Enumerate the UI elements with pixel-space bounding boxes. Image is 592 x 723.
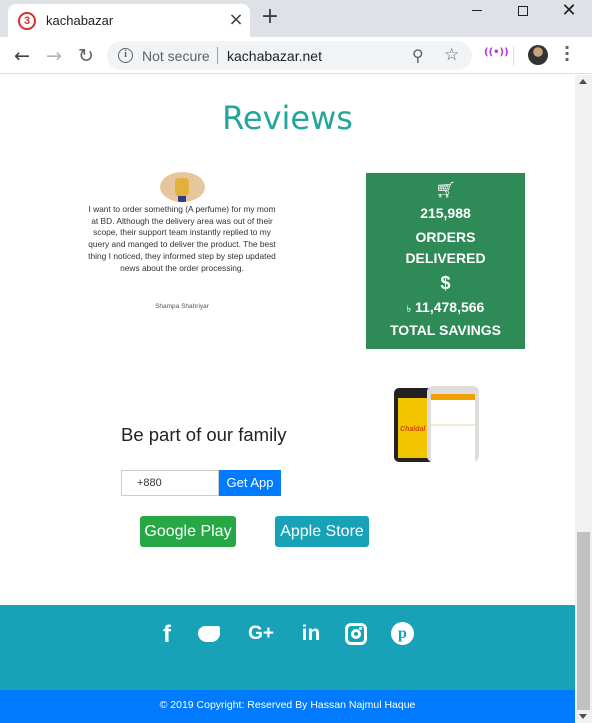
zoom-icon[interactable]: ⚲ — [412, 46, 424, 65]
site-info-icon[interactable]: i — [118, 48, 133, 63]
reviews-heading: Reviews — [222, 99, 353, 137]
phone-front-image — [427, 386, 479, 462]
url-text[interactable]: kachabazar.net — [227, 48, 322, 64]
cast-extension-icon[interactable]: ((•)) — [484, 47, 509, 58]
scrollbar-thumb[interactable] — [577, 532, 590, 710]
back-arrow-icon[interactable]: ← — [9, 43, 35, 69]
tab-title: kachabazar — [46, 13, 114, 28]
reviewer-photo — [160, 172, 205, 202]
orders-label: ORDERS DELIVERED — [405, 229, 486, 266]
shopping-cart-icon: 🛒︎ — [435, 180, 456, 199]
browser-tab[interactable]: 3 kachabazar × — [8, 4, 250, 37]
scroll-up-arrow-icon[interactable] — [579, 79, 587, 84]
twitter-icon[interactable] — [196, 621, 222, 647]
bookmark-star-icon[interactable]: ☆ — [444, 45, 459, 65]
new-tab-icon[interactable]: + — [259, 6, 281, 28]
forward-arrow-icon[interactable]: → — [41, 43, 67, 69]
app-phone-image: Chaldal — [394, 386, 480, 462]
phone-app-logo: Chaldal — [400, 426, 426, 433]
savings-amount: ৳ 11,478,566 — [366, 299, 525, 317]
reload-icon[interactable]: ↻ — [73, 43, 99, 69]
google-play-button[interactable]: Google Play — [140, 516, 236, 547]
minimize-window-icon[interactable] — [454, 0, 500, 30]
tab-strip: 3 kachabazar × + ✕ — [0, 0, 592, 37]
close-window-icon[interactable]: ✕ — [546, 0, 592, 30]
maximize-window-icon[interactable] — [500, 0, 546, 30]
profile-avatar[interactable] — [528, 45, 548, 65]
footer: f G+ in p — [0, 605, 575, 690]
google-plus-icon[interactable]: G+ — [244, 621, 278, 647]
linkedin-icon[interactable]: in — [298, 621, 324, 647]
toolbar-separator — [513, 47, 514, 65]
stats-panel: 🛒︎ 215,988 ORDERS DELIVERED $ ৳ 11,478,5… — [366, 173, 525, 349]
savings-value: 11,478,566 — [415, 299, 485, 315]
get-app-button[interactable]: Get App — [219, 470, 281, 496]
pinterest-icon[interactable]: p — [391, 622, 414, 645]
site-favicon-icon: 3 — [18, 12, 36, 30]
address-separator — [217, 47, 218, 64]
close-tab-icon[interactable]: × — [226, 10, 246, 30]
review-text: I want to order something (A perfume) fo… — [88, 204, 276, 273]
browser-menu-icon[interactable]: · · · — [562, 40, 572, 68]
address-bar[interactable]: i Not secure kachabazar.net ⚲ ☆ — [107, 41, 472, 70]
apple-store-button[interactable]: Apple Store — [275, 516, 369, 547]
dollar-icon: $ — [440, 273, 451, 293]
page-scrollbar[interactable] — [575, 75, 592, 723]
facebook-icon[interactable]: f — [158, 621, 176, 648]
security-status: Not secure — [142, 48, 210, 64]
instagram-icon[interactable] — [345, 623, 367, 645]
page-content: Reviews I want to order something (A per… — [0, 75, 575, 723]
copyright-text: © 2019 Copyright: Reserved By Hassan Naj… — [0, 690, 575, 723]
phone-number-input[interactable]: +880 — [121, 470, 219, 496]
family-heading: Be part of our family — [121, 424, 287, 445]
savings-label: TOTAL SAVINGS — [390, 322, 501, 338]
taka-currency-symbol: ৳ — [406, 304, 412, 314]
scroll-down-arrow-icon[interactable] — [579, 714, 587, 719]
review-author: Shampa Shahriyar — [155, 303, 209, 310]
orders-count: 215,988 — [420, 205, 471, 221]
browser-toolbar: ← → ↻ i Not secure kachabazar.net ⚲ ☆ ((… — [0, 37, 592, 74]
